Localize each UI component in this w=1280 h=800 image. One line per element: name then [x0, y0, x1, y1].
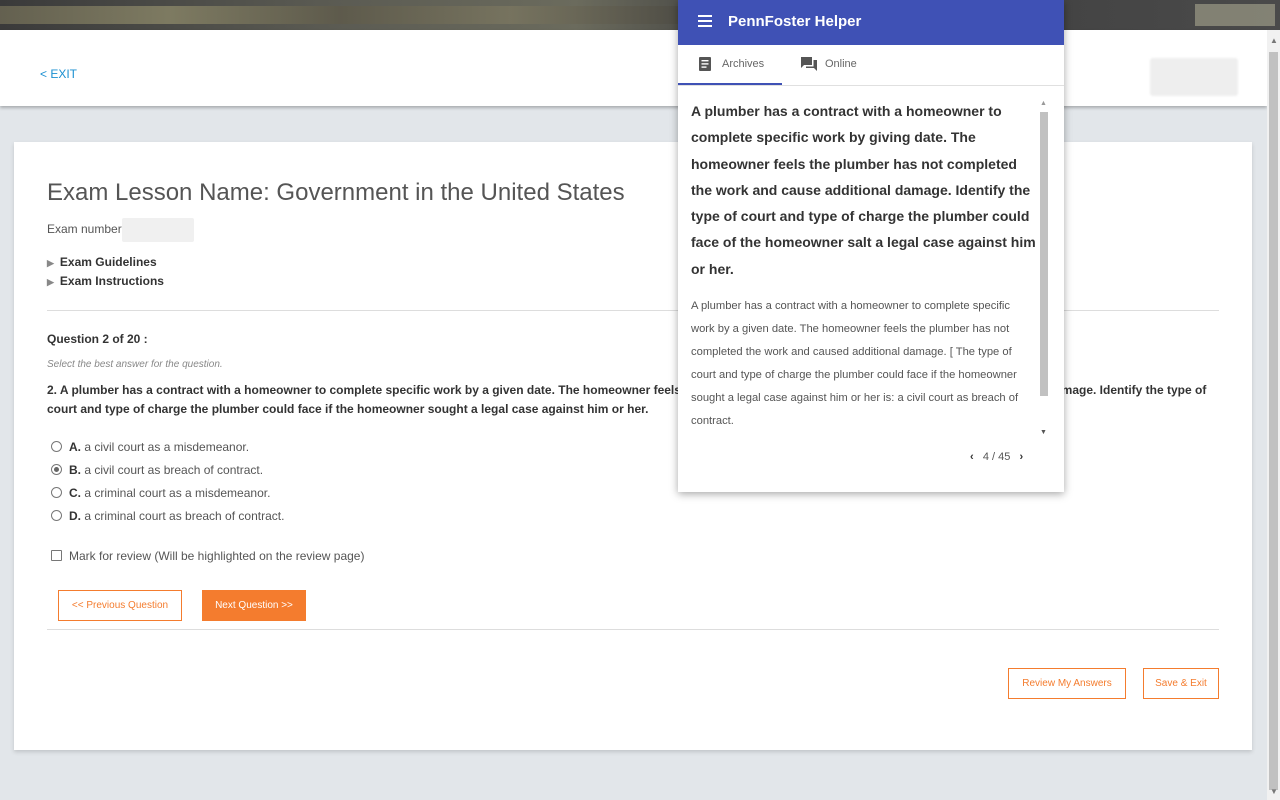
tab-online-label: Online: [825, 58, 857, 70]
exam-number-label: Exam number: [47, 222, 122, 237]
forum-icon: [801, 57, 817, 71]
scroll-up-icon[interactable]: ▲: [1270, 36, 1278, 45]
scroll-thumb[interactable]: [1040, 112, 1048, 396]
tab-archives-label: Archives: [722, 58, 765, 70]
chevron-left-icon[interactable]: ‹: [970, 451, 974, 463]
checkbox[interactable]: [51, 550, 62, 561]
exam-instructions-label: Exam Instructions: [59, 274, 164, 288]
option-text: a criminal court as breach of contract.: [81, 509, 285, 523]
exit-link[interactable]: < EXIT: [40, 67, 77, 81]
option-text: a civil court as a misdemeanor.: [81, 440, 250, 454]
page-title: Exam Lesson Name: Government in the Unit…: [47, 179, 625, 206]
scroll-up-icon[interactable]: ▲: [1040, 100, 1047, 107]
pager-count: 4 / 45: [982, 451, 1011, 463]
divider: [47, 629, 1219, 630]
browser-toolbar: [0, 0, 1280, 30]
option-letter: A.: [69, 440, 81, 454]
site-header: < EXIT: [0, 30, 1267, 106]
blurred-profile: [1150, 58, 1238, 96]
radio-button[interactable]: [51, 441, 62, 452]
option-letter: B.: [69, 463, 81, 477]
option-text: a civil court as breach of contract.: [81, 463, 264, 477]
scroll-thumb[interactable]: [1269, 52, 1278, 790]
next-question-button[interactable]: Next Question >>: [202, 590, 306, 621]
exam-guidelines-label: Exam Guidelines: [59, 255, 157, 269]
mark-for-review[interactable]: Mark for review (Will be highlighted on …: [51, 549, 364, 563]
option-text: a criminal court as a misdemeanor.: [81, 486, 271, 500]
helper-tabs: Archives Online: [678, 45, 1064, 86]
helper-content: A plumber has a contract with a homeowne…: [678, 86, 1054, 440]
answer-option-b[interactable]: B. a civil court as breach of contract.: [51, 463, 263, 477]
radio-button[interactable]: [51, 510, 62, 521]
radio-button[interactable]: [51, 487, 62, 498]
tab-archives[interactable]: Archives: [678, 45, 782, 85]
previous-question-button[interactable]: << Previous Question: [58, 590, 182, 621]
answer-option-a[interactable]: A. a civil court as a misdemeanor.: [51, 440, 249, 454]
question-header: Question 2 of 20 :: [47, 332, 148, 346]
question-hint: Select the best answer for the question.: [47, 359, 223, 370]
radio-button-selected[interactable]: [51, 464, 62, 475]
blurred-toolbar-content: [0, 6, 680, 24]
archived-question: A plumber has a contract with a homeowne…: [691, 103, 1036, 277]
redacted-exam-number: [121, 218, 194, 242]
scroll-down-icon[interactable]: ▼: [1270, 787, 1278, 796]
exam-number: Exam number: [47, 218, 194, 242]
helper-pager: ‹ 4 / 45 ›: [970, 451, 1023, 463]
scroll-down-icon[interactable]: ▼: [1040, 429, 1047, 436]
archived-answer: A plumber has a contract with a homeowne…: [691, 300, 1019, 427]
option-letter: D.: [69, 509, 81, 523]
answer-option-c[interactable]: C. a criminal court as a misdemeanor.: [51, 486, 270, 500]
page-scrollbar[interactable]: ▲ ▼: [1267, 30, 1280, 800]
review-answers-button[interactable]: Review My Answers: [1008, 668, 1126, 699]
triangle-right-icon: ▶: [47, 277, 54, 287]
exam-card: Exam Lesson Name: Government in the Unit…: [14, 142, 1252, 750]
save-exit-button[interactable]: Save & Exit: [1143, 668, 1219, 699]
triangle-right-icon: ▶: [47, 258, 54, 268]
answer-option-d[interactable]: D. a criminal court as breach of contrac…: [51, 509, 284, 523]
chevron-right-icon[interactable]: ›: [1020, 451, 1024, 463]
exam-instructions-toggle[interactable]: ▶ Exam Instructions: [47, 274, 164, 288]
document-icon: [699, 57, 711, 71]
option-letter: C.: [69, 486, 81, 500]
helper-scrollbar[interactable]: ▲ ▼: [1040, 100, 1048, 436]
helper-popup: PennFoster Helper Archives Online A plum…: [678, 0, 1064, 492]
menu-icon[interactable]: [698, 15, 712, 27]
tab-online[interactable]: Online: [788, 45, 888, 83]
mark-for-review-label: Mark for review (Will be highlighted on …: [69, 549, 365, 563]
helper-title: PennFoster Helper: [728, 13, 862, 30]
blurred-extension-icon: [1195, 4, 1275, 26]
helper-header: PennFoster Helper: [678, 0, 1064, 45]
exam-guidelines-toggle[interactable]: ▶ Exam Guidelines: [47, 255, 157, 269]
